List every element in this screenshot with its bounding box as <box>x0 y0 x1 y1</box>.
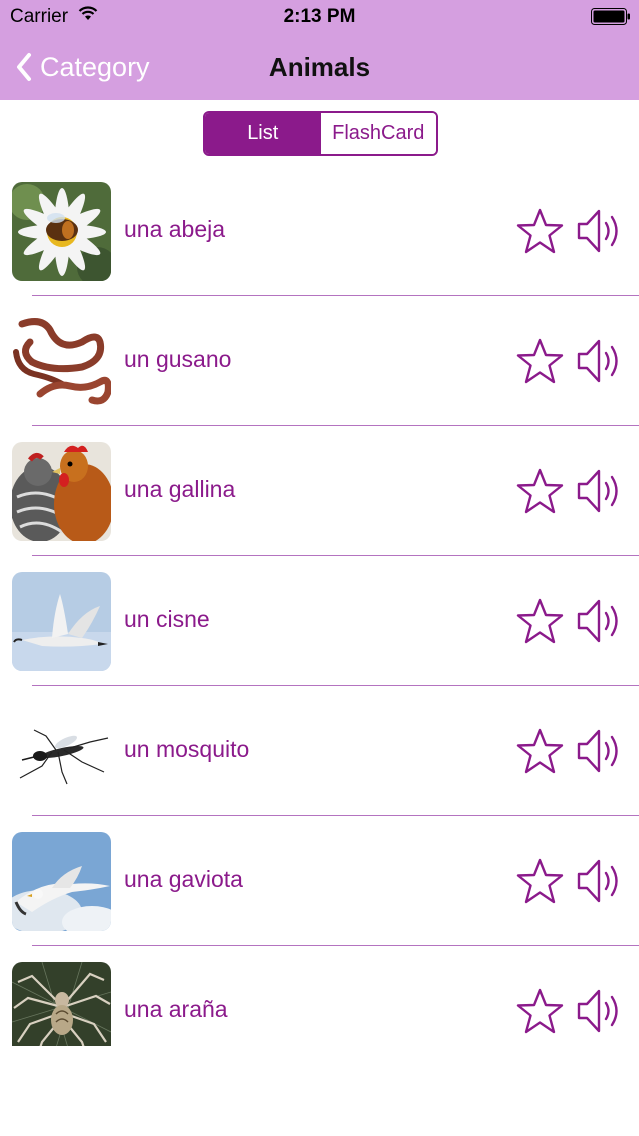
battery-icon <box>591 8 631 25</box>
star-icon[interactable] <box>515 987 565 1035</box>
spider-photo <box>12 962 111 1046</box>
seagull-photo <box>12 832 111 931</box>
speaker-icon[interactable] <box>575 206 625 256</box>
list-item[interactable]: una gallina <box>0 426 639 556</box>
back-button[interactable]: Category <box>16 34 150 100</box>
list-item[interactable]: una araña <box>0 946 639 1046</box>
back-label: Category <box>40 51 150 82</box>
list-item[interactable]: un gusano <box>0 296 639 426</box>
star-icon[interactable] <box>515 207 565 255</box>
word-label: una gallina <box>124 476 236 502</box>
flashcard-view-tab[interactable]: FlashCard <box>320 113 436 154</box>
worm-photo <box>12 312 111 411</box>
speaker-icon[interactable] <box>575 336 625 386</box>
mosquito-photo <box>12 702 111 801</box>
bee-photo <box>12 182 111 281</box>
star-icon[interactable] <box>515 857 565 905</box>
word-label: un gusano <box>124 346 232 372</box>
word-label: un mosquito <box>124 736 250 762</box>
list-view-tab[interactable]: List <box>205 113 321 154</box>
navigation-bar: Category Animals <box>0 34 639 100</box>
star-icon[interactable] <box>515 597 565 645</box>
list-item[interactable]: un cisne <box>0 556 639 686</box>
chevron-left-icon <box>17 53 31 81</box>
word-list: una abeja un gusano una gallina un cisne… <box>0 166 639 1046</box>
speaker-icon[interactable] <box>575 726 625 776</box>
word-label: una gaviota <box>124 866 243 892</box>
speaker-icon[interactable] <box>575 986 625 1036</box>
star-icon[interactable] <box>515 467 565 515</box>
word-label: una araña <box>124 996 228 1022</box>
speaker-icon[interactable] <box>575 856 625 906</box>
list-item[interactable]: un mosquito <box>0 686 639 816</box>
word-label: una abeja <box>124 216 226 242</box>
status-bar: Carrier 2:13 PM <box>0 0 639 34</box>
clock: 2:13 PM <box>283 6 356 27</box>
star-icon[interactable] <box>515 337 565 385</box>
word-label: un cisne <box>124 606 210 632</box>
view-mode-toggle: List FlashCard <box>203 111 438 156</box>
speaker-icon[interactable] <box>575 596 625 646</box>
star-icon[interactable] <box>515 727 565 775</box>
speaker-icon[interactable] <box>575 466 625 516</box>
chicken-photo <box>12 442 111 541</box>
list-item[interactable]: una abeja <box>0 166 639 296</box>
header: Carrier 2:13 PM Category Animals <box>0 0 639 100</box>
swan-photo <box>12 572 111 671</box>
list-item[interactable]: una gaviota <box>0 816 639 946</box>
